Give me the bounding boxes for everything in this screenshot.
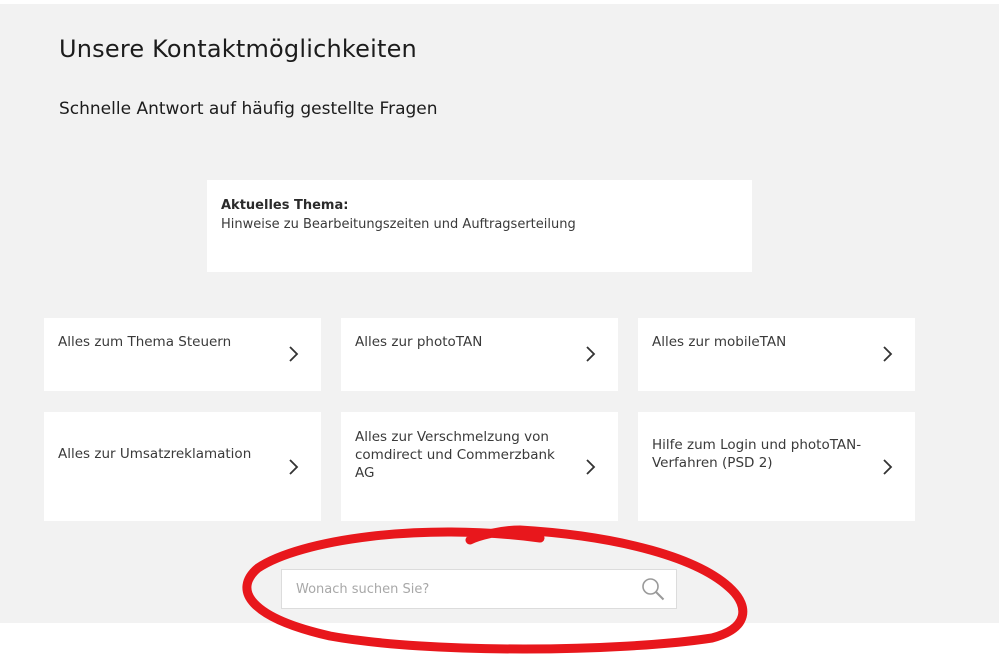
faq-tile-login-psd2[interactable]: Hilfe zum Login und photoTAN-Verfahren (… (638, 412, 915, 521)
search-input[interactable] (282, 570, 622, 608)
faq-tile-label: Alles zur Umsatzreklamation (58, 446, 252, 462)
faq-tile-label: Alles zur Verschmelzung von comdirect un… (355, 429, 555, 481)
chevron-right-icon (586, 346, 596, 362)
faq-tile-mobiletan[interactable]: Alles zur mobileTAN (638, 318, 915, 391)
faq-tile-steuern[interactable]: Alles zum Thema Steuern (44, 318, 321, 391)
notice-text: Hinweise zu Bearbeitungszeiten und Auftr… (221, 217, 576, 232)
chevron-right-icon (586, 459, 596, 475)
search-icon[interactable] (640, 576, 666, 602)
current-topic-notice[interactable]: Aktuelles Thema: Hinweise zu Bearbeitung… (207, 180, 752, 272)
chevron-right-icon (289, 459, 299, 475)
faq-tile-label: Hilfe zum Login und photoTAN-Verfahren (… (652, 437, 862, 471)
chevron-right-icon (289, 346, 299, 362)
search-box (281, 569, 677, 609)
notice-heading: Aktuelles Thema: (221, 198, 349, 213)
page-subtitle: Schnelle Antwort auf häufig gestellte Fr… (59, 99, 438, 119)
faq-tile-label: Alles zur mobileTAN (652, 334, 787, 350)
chevron-right-icon (883, 459, 893, 475)
page-title: Unsere Kontaktmöglichkeiten (59, 35, 417, 63)
faq-tile-verschmelzung[interactable]: Alles zur Verschmelzung von comdirect un… (341, 412, 618, 521)
faq-tile-label: Alles zur photoTAN (355, 334, 483, 350)
faq-tile-phototan[interactable]: Alles zur photoTAN (341, 318, 618, 391)
faq-tile-umsatzreklamation[interactable]: Alles zur Umsatzreklamation (44, 412, 321, 521)
contact-panel: Unsere Kontaktmöglichkeiten Schnelle Ant… (0, 4, 999, 623)
chevron-right-icon (883, 346, 893, 362)
faq-tile-label: Alles zum Thema Steuern (58, 334, 232, 350)
